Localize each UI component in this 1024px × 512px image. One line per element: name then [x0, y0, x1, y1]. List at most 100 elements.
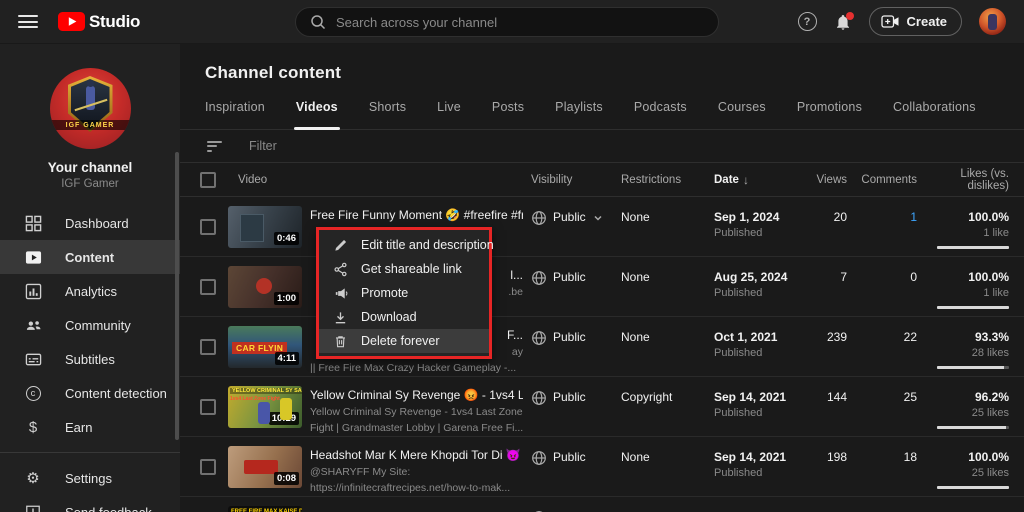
create-button[interactable]: Create — [869, 7, 962, 36]
restrictions-cell: None — [621, 317, 714, 376]
sidebar-item-settings[interactable]: ⚙ Settings — [0, 461, 180, 495]
likes-bar — [937, 306, 1009, 309]
comments-cell[interactable]: 22 — [847, 317, 917, 376]
tab-playlists[interactable]: Playlists — [555, 100, 603, 129]
header-restrictions[interactable]: Restrictions — [621, 174, 714, 186]
visibility-dropdown[interactable] — [531, 497, 621, 512]
header-visibility[interactable]: Visibility — [531, 174, 621, 186]
sidebar-scrollbar[interactable] — [175, 152, 179, 440]
header-likes[interactable]: Likes (vs. dislikes) — [917, 168, 1009, 192]
likes-bar — [937, 366, 1009, 369]
restrictions-cell: None — [621, 257, 714, 316]
search-bar[interactable] — [295, 7, 719, 37]
filter-icon — [207, 138, 222, 154]
menu-item-get-shareable-link[interactable]: Get shareable link — [319, 257, 489, 281]
pencil-icon — [332, 237, 348, 253]
header-video: Video — [228, 174, 310, 186]
menu-item-edit-title[interactable]: Edit title and description — [319, 233, 489, 257]
video-thumbnail[interactable]: YELLOW CRIMINAL SY SABJA1vs4 Last Zone F… — [228, 386, 302, 428]
feedback-icon — [24, 503, 42, 512]
row-checkbox[interactable] — [200, 279, 216, 295]
tab-videos[interactable]: Videos — [296, 100, 338, 129]
likes-cell: 100.0%1 like — [917, 257, 1009, 316]
search-input[interactable] — [336, 15, 704, 30]
video-description: Yellow Criminal Sy Revenge - 1vs4 Last Z… — [310, 405, 523, 419]
restrictions-cell: None — [621, 437, 714, 496]
comments-cell[interactable]: 1 — [847, 197, 917, 256]
header-views[interactable]: Views — [807, 174, 847, 186]
tab-promotions[interactable]: Promotions — [797, 100, 862, 129]
sidebar-item-send-feedback[interactable]: Send feedback — [0, 495, 180, 512]
likes-cell: 100.0%1 like — [917, 197, 1009, 256]
duration-badge: 10:19 — [269, 412, 299, 425]
sidebar-item-subtitles[interactable]: Subtitles — [0, 342, 180, 376]
likes-cell: 96.2%25 likes — [917, 377, 1009, 436]
video-thumbnail[interactable]: 1:00 — [228, 266, 302, 308]
tab-live[interactable]: Live — [437, 100, 461, 129]
video-thumbnail[interactable]: FREE FIRE MAX KAISE DOWNLOAD KERE — [228, 506, 302, 512]
tab-courses[interactable]: Courses — [718, 100, 766, 129]
sidebar-item-analytics[interactable]: Analytics — [0, 274, 180, 308]
video-thumbnail[interactable]: 0:08 — [228, 446, 302, 488]
menu-item-delete-forever[interactable]: Delete forever — [319, 329, 489, 353]
restrictions-cell[interactable]: Copyright — [621, 377, 714, 436]
row-checkbox[interactable] — [200, 399, 216, 415]
video-title[interactable]: Headshot Mar K Mere Khopdi Tor Di 😈 - ..… — [310, 448, 523, 463]
sidebar-item-dashboard[interactable]: Dashboard — [0, 206, 180, 240]
sidebar-item-earn[interactable]: $ Earn — [0, 410, 180, 444]
gear-icon: ⚙ — [24, 469, 42, 487]
account-avatar[interactable] — [979, 8, 1006, 35]
table-header: Video Visibility Restrictions Date↓ View… — [180, 163, 1024, 197]
duration-badge: 4:11 — [275, 352, 300, 365]
video-title[interactable]: Yellow Criminal Sy Revenge 😡 - 1vs4 La..… — [310, 388, 523, 403]
filter-bar[interactable]: Filter — [180, 130, 1024, 163]
sidebar-item-label: Content detection — [65, 386, 167, 401]
select-all-checkbox[interactable] — [200, 172, 216, 188]
restrictions-cell: None — [621, 197, 714, 256]
header-comments[interactable]: Comments — [847, 174, 917, 186]
sidebar-item-content[interactable]: Content — [0, 240, 180, 274]
help-icon[interactable]: ? — [798, 12, 817, 31]
table-row: 0:46 Free Fire Funny Moment 🤣 #freefire … — [180, 197, 1024, 257]
table-row: FREE FIRE MAX KAISE DOWNLOAD KERE — [180, 497, 1024, 512]
sidebar-item-community[interactable]: Community — [0, 308, 180, 342]
comments-cell[interactable]: 0 — [847, 257, 917, 316]
header-date[interactable]: Date↓ — [714, 173, 807, 187]
tab-inspiration[interactable]: Inspiration — [205, 100, 265, 129]
tab-posts[interactable]: Posts — [492, 100, 524, 129]
youtube-studio-logo[interactable]: Studio — [58, 12, 140, 32]
top-bar: Studio ? Create — [0, 0, 1024, 44]
visibility-dropdown[interactable]: Public — [531, 317, 621, 376]
row-checkbox[interactable] — [200, 339, 216, 355]
channel-avatar[interactable]: IGF GAMER — [50, 68, 131, 149]
row-checkbox[interactable] — [200, 219, 216, 235]
tab-shorts[interactable]: Shorts — [369, 100, 406, 129]
likes-cell: 93.3%28 likes — [917, 317, 1009, 376]
comments-cell[interactable]: 25 — [847, 377, 917, 436]
notification-dot — [846, 12, 854, 20]
menu-item-download[interactable]: Download — [319, 305, 489, 329]
trash-icon — [332, 333, 348, 349]
tab-collaborations[interactable]: Collaborations — [893, 100, 976, 129]
visibility-dropdown[interactable]: Public — [531, 377, 621, 436]
menu-item-promote[interactable]: Promote — [319, 281, 489, 305]
main-content: Channel content Inspiration Videos Short… — [180, 44, 1024, 512]
sidebar-item-label: Earn — [65, 420, 92, 435]
video-thumbnail[interactable]: CAR FLYIN4:11 — [228, 326, 302, 368]
visibility-dropdown[interactable]: Public — [531, 257, 621, 316]
row-checkbox[interactable] — [200, 459, 216, 475]
visibility-dropdown[interactable]: Public — [531, 197, 621, 256]
views-cell: 144 — [807, 377, 847, 436]
tab-podcasts[interactable]: Podcasts — [634, 100, 687, 129]
sidebar-item-label: Send feedback — [65, 505, 152, 512]
video-thumbnail[interactable]: 0:46 — [228, 206, 302, 248]
notifications-bell-icon[interactable] — [834, 13, 852, 31]
likes-bar — [937, 486, 1009, 489]
channel-handle: IGF Gamer — [0, 178, 180, 190]
video-description: || Free Fire Max Crazy Hacker Gameplay -… — [310, 361, 523, 375]
comments-cell[interactable]: 18 — [847, 437, 917, 496]
hamburger-menu-icon[interactable] — [18, 12, 38, 32]
visibility-dropdown[interactable]: Public — [531, 437, 621, 496]
video-title[interactable]: Free Fire Funny Moment 🤣 #freefire #fr..… — [310, 208, 523, 223]
sidebar-item-content-detection[interactable]: c Content detection — [0, 376, 180, 410]
